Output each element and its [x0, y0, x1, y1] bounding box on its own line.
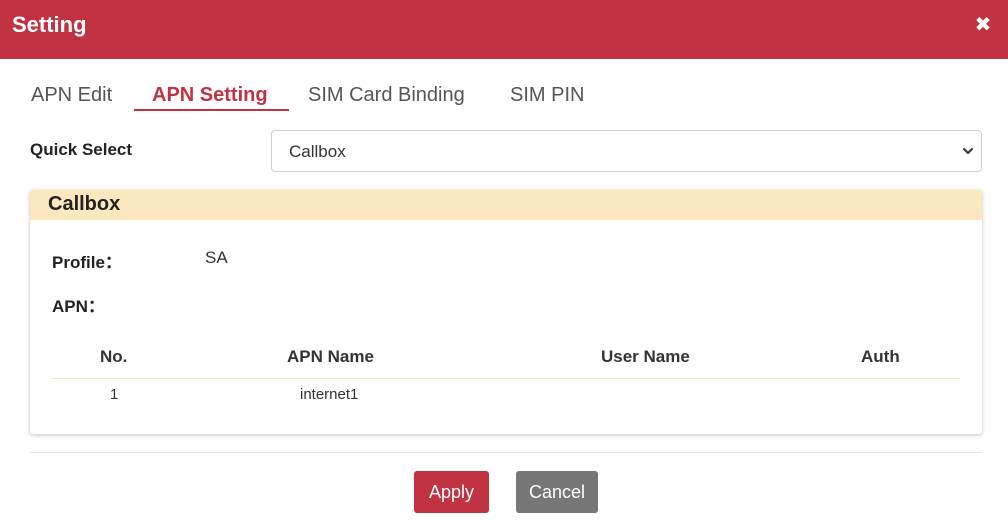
- tab-apn-setting[interactable]: APN Setting: [152, 80, 268, 111]
- profile-value: SA: [205, 248, 228, 267]
- dialog-title: Setting: [12, 12, 87, 37]
- quick-select-label: Quick Select: [30, 140, 133, 159]
- col-header-apn-name: APN Name: [287, 347, 374, 366]
- cancel-button[interactable]: Cancel: [516, 471, 598, 513]
- tab-sim-pin[interactable]: SIM PIN: [510, 80, 584, 111]
- tab-apn-edit[interactable]: APN Edit: [31, 80, 112, 111]
- table-cell-apn-name: internet1: [300, 386, 359, 403]
- active-tab-indicator: [134, 109, 289, 111]
- chevron-down-icon: [963, 148, 973, 154]
- col-header-no: No.: [100, 347, 128, 366]
- close-icon[interactable]: ✖: [974, 14, 992, 36]
- profile-card-header: Callbox: [30, 190, 982, 220]
- apply-button[interactable]: Apply: [414, 471, 489, 513]
- profile-card: Callbox Profile： SA APN： No. APN Name Us…: [30, 190, 982, 434]
- quick-select-dropdown[interactable]: Callbox: [271, 130, 982, 172]
- dialog-header: Setting ✖: [0, 0, 1008, 59]
- footer-divider: [30, 452, 982, 453]
- quick-select-value: Callbox: [289, 142, 346, 161]
- table-cell-no: 1: [110, 386, 119, 403]
- col-header-auth: Auth: [861, 347, 900, 366]
- apn-label: APN：: [52, 297, 105, 316]
- profile-card-title: Callbox: [48, 193, 121, 215]
- col-header-user-name: User Name: [601, 347, 690, 366]
- table-header-divider: [52, 378, 960, 379]
- profile-label: Profile：: [52, 253, 122, 272]
- tab-sim-card-binding[interactable]: SIM Card Binding: [308, 80, 465, 111]
- tab-bar: APN Edit APN Setting SIM Card Binding SI…: [0, 80, 1008, 112]
